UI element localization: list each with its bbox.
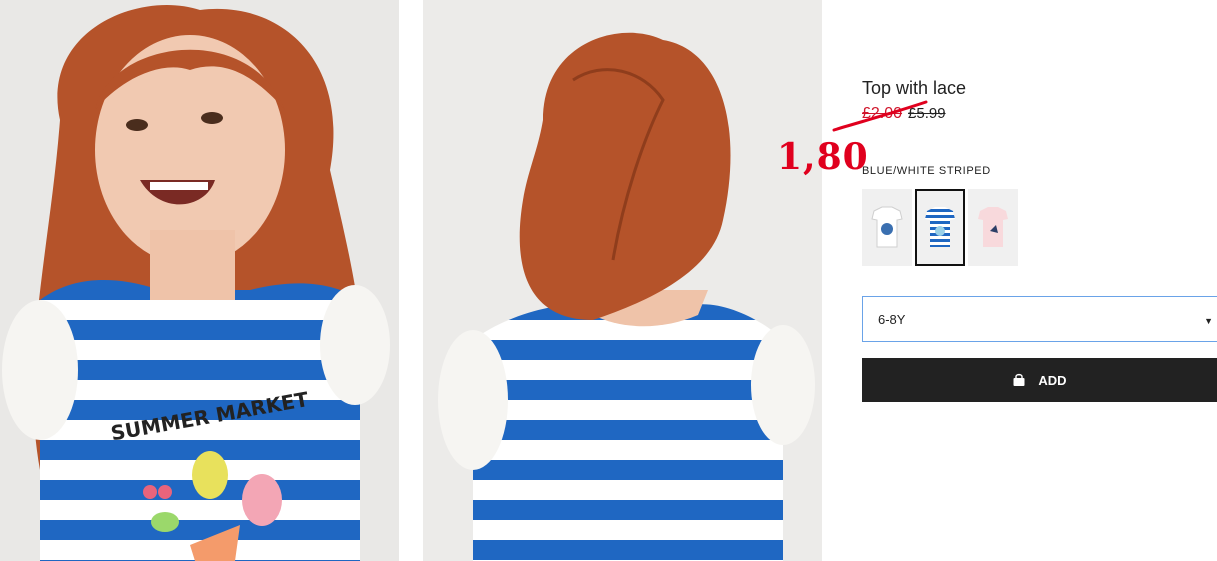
swatch-pink[interactable]	[968, 189, 1018, 266]
shopping-bag-icon	[1013, 373, 1025, 386]
white-tshirt-thumbnail-icon	[871, 206, 903, 248]
add-button-label: ADD	[1038, 372, 1067, 388]
blue-striped-tshirt-thumbnail-icon	[925, 207, 955, 247]
add-to-bag-button[interactable]: ADD	[862, 358, 1217, 402]
chevron-down-icon: ▼	[1204, 316, 1213, 326]
swatch-white[interactable]	[862, 189, 912, 266]
size-selected-value: 6-8Y	[878, 312, 906, 327]
size-dropdown[interactable]: 6-8Y ▼	[862, 296, 1217, 342]
color-swatch-list	[862, 189, 1018, 266]
model-back-illustration	[423, 0, 822, 561]
handwritten-price-annotation: 1,80	[777, 136, 869, 178]
swatch-blue-striped[interactable]	[915, 189, 965, 266]
model-front-photo[interactable]: SUMMER MARKET	[0, 0, 399, 561]
color-name-label: BLUE/WHITE STRIPED	[862, 165, 991, 177]
strikethrough-scribble-icon	[832, 100, 928, 132]
pink-tshirt-thumbnail-icon	[978, 207, 1008, 247]
model-front-illustration: SUMMER MARKET	[0, 0, 399, 561]
model-back-photo[interactable]	[423, 0, 822, 561]
